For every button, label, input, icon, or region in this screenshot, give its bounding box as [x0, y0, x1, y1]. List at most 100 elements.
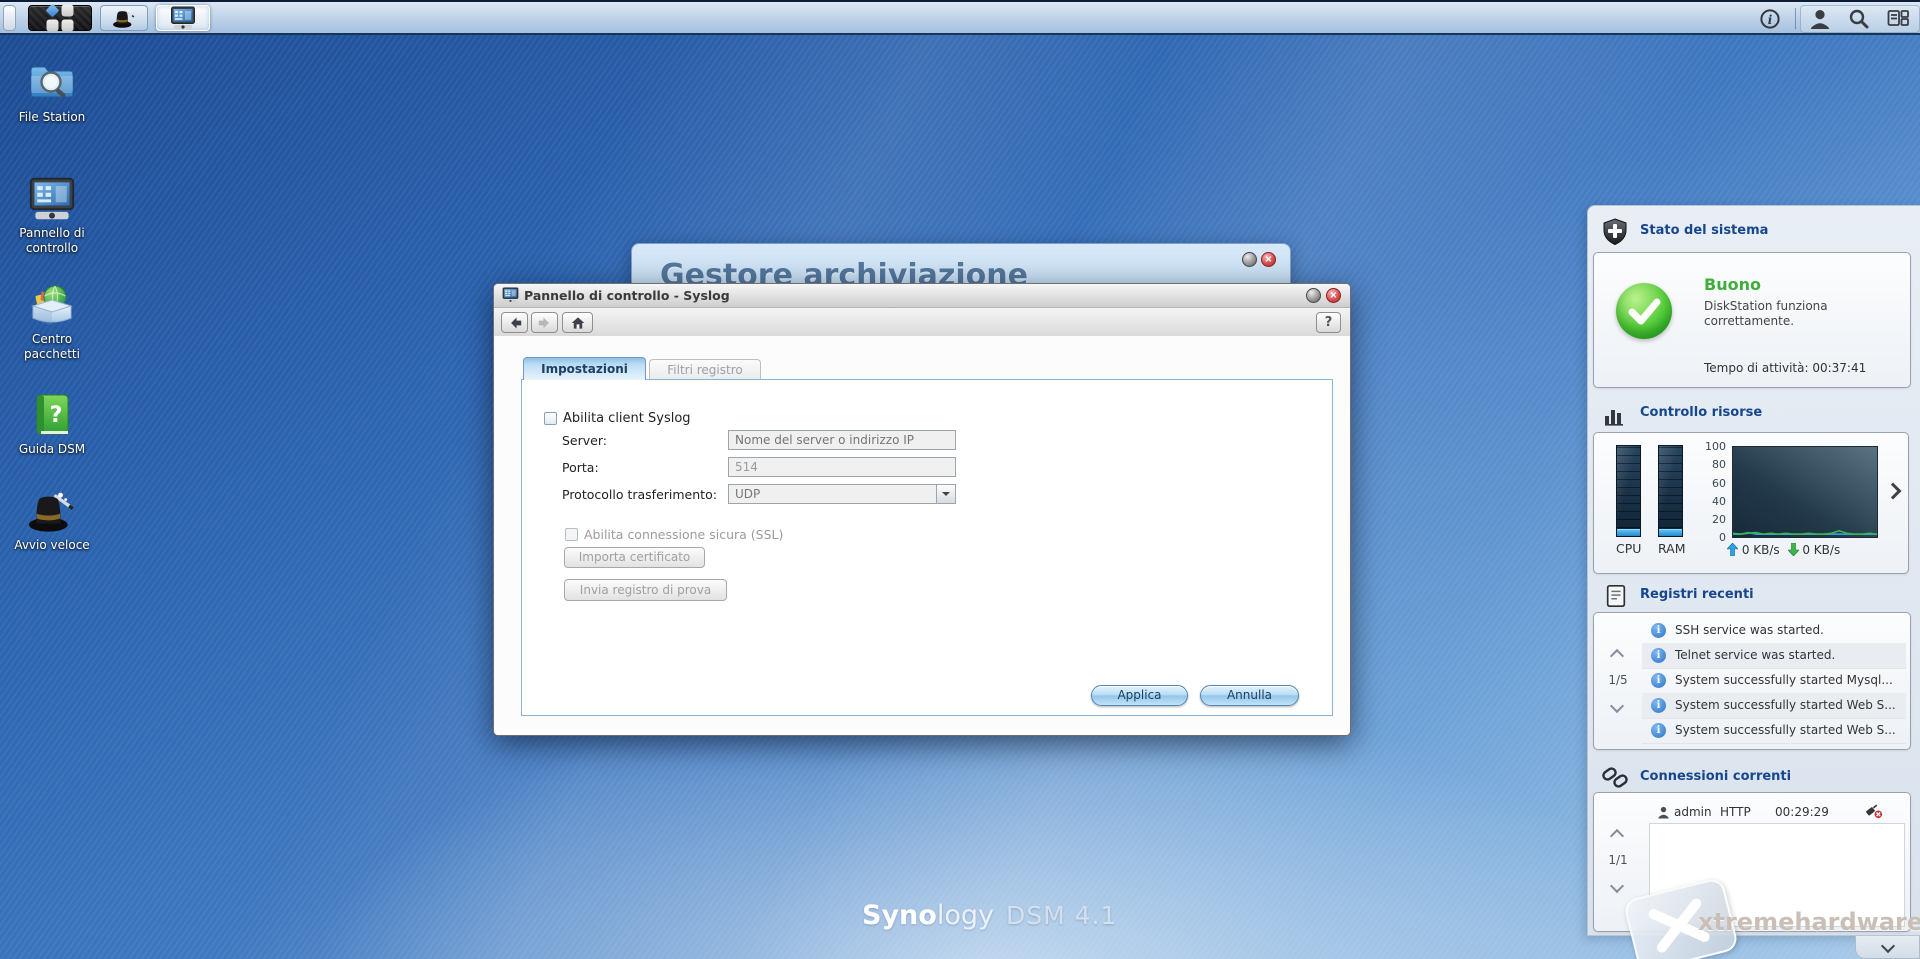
button-label: Importa certificato — [578, 550, 691, 564]
dialog-toolbar: ? — [494, 308, 1350, 337]
enable-syslog-label: Abilita client Syslog — [563, 411, 691, 426]
desktop: i File Station Pannello di controllo Cen… — [0, 0, 1920, 959]
connections-header: Connessioni correnti — [1588, 762, 1920, 794]
quick-launch-button[interactable] — [100, 5, 148, 31]
package-center-icon — [31, 285, 73, 325]
log-row: i System successfully started Mysql... — [1642, 668, 1906, 694]
dialog-titlebar[interactable]: Pannello di controllo - Syslog × — [494, 284, 1350, 308]
chevron-down-icon — [1880, 938, 1895, 954]
taskbar: i — [0, 0, 1920, 35]
svg-text:i: i — [1768, 13, 1773, 27]
user-icon[interactable] — [1808, 7, 1832, 31]
status-ok-icon — [1616, 283, 1672, 339]
cpu-gauge-fill — [1617, 528, 1640, 536]
magic-hat-icon — [28, 488, 76, 534]
magic-hat-icon — [113, 8, 136, 29]
ram-label: RAM — [1658, 541, 1686, 556]
desktop-icon-control-panel[interactable]: Pannello di controllo — [6, 176, 98, 256]
port-input[interactable] — [728, 457, 956, 477]
home-button[interactable] — [562, 312, 593, 333]
user-icon — [1658, 806, 1669, 819]
search-icon[interactable] — [1847, 7, 1871, 31]
desktop-icon-package-center[interactable]: Centro pacchetti — [6, 282, 98, 362]
control-panel-icon — [170, 6, 196, 30]
help-book-icon: ? — [36, 394, 69, 435]
widget-panel: Stato del sistema Buono DiskStation funz… — [1587, 205, 1920, 936]
tab-filtri-registro[interactable]: Filtri registro — [649, 359, 761, 380]
connection-protocol: HTTP — [1720, 805, 1751, 819]
info-icon: i — [1651, 723, 1666, 738]
desktop-icon-label: Avvio veloce — [14, 538, 90, 552]
ram-gauge-fill — [1659, 528, 1682, 536]
logs-pager: 1/5 — [1594, 613, 1642, 749]
desktop-icon-label: Centro pacchetti — [24, 332, 80, 361]
connection-time: 00:29:29 — [1775, 805, 1829, 819]
uptime-text: Tempo di attività: 00:37:41 — [1704, 361, 1867, 375]
dialog-title: Pannello di controllo - Syslog — [524, 288, 730, 303]
expand-chart-button[interactable] — [1884, 482, 1902, 500]
back-button[interactable] — [501, 312, 528, 333]
log-text: System successfully started Web S... — [1675, 723, 1896, 737]
desktop-icon-dsm-help[interactable]: ? Guida DSM — [6, 392, 98, 457]
recent-logs-header: Registri recenti — [1588, 580, 1920, 612]
help-button[interactable]: ? — [1316, 312, 1341, 333]
page-up-icon[interactable] — [1609, 828, 1625, 844]
tab-impostazioni[interactable]: Impostazioni — [523, 357, 646, 380]
dsm-branding: Synology DSM 4.1 — [862, 900, 1117, 931]
minimize-button[interactable] — [1242, 252, 1257, 267]
enable-syslog-checkbox[interactable] — [544, 412, 557, 425]
control-panel-icon — [28, 176, 76, 222]
ssl-checkbox[interactable] — [565, 528, 578, 541]
chevron-down-icon — [936, 485, 955, 503]
desktop-icon-label: Pannello di controllo — [19, 226, 85, 255]
show-desktop-button[interactable] — [3, 5, 16, 31]
cancel-button[interactable]: Annulla — [1200, 685, 1299, 706]
log-text: System successfully started Mysql... — [1675, 673, 1893, 687]
send-test-log-button[interactable]: Invia registro di prova — [564, 579, 727, 601]
close-icon[interactable]: × — [1261, 252, 1276, 267]
main-menu-button[interactable] — [28, 3, 92, 33]
resource-monitor-header: Controllo risorse — [1588, 398, 1920, 430]
system-status-header: Stato del sistema — [1588, 216, 1920, 248]
minimize-button[interactable] — [1306, 288, 1321, 303]
desktop-icon-label: File Station — [18, 110, 86, 124]
network-rates: 0 KB/s 0 KB/s — [1726, 542, 1840, 557]
widget-title: Registri recenti — [1640, 587, 1754, 602]
forward-arrow-icon — [538, 317, 549, 328]
info-icon: i — [1651, 648, 1666, 663]
widget-title: Stato del sistema — [1640, 223, 1769, 238]
recent-logs-card: 1/5 i SSH service was started. i Telnet … — [1593, 612, 1911, 750]
control-panel-task-button[interactable] — [156, 5, 210, 31]
status-description: DiskStation funziona correttamente. — [1704, 299, 1828, 328]
port-label: Porta: — [562, 460, 599, 475]
protocol-value: UDP — [735, 487, 761, 501]
server-input[interactable] — [728, 430, 956, 450]
page-down-icon[interactable] — [1609, 878, 1625, 894]
import-certificate-button[interactable]: Importa certificato — [564, 547, 705, 568]
widget-panel-collapse-button[interactable] — [1855, 936, 1920, 959]
forward-button[interactable] — [531, 312, 558, 333]
log-row: i SSH service was started. — [1642, 618, 1906, 644]
syslog-dialog: Pannello di controllo - Syslog × ? Impos… — [493, 283, 1351, 736]
cpu-label: CPU — [1616, 541, 1642, 556]
apply-button[interactable]: Applica — [1091, 685, 1188, 706]
desktop-icon-quick-start[interactable]: Avvio veloce — [6, 488, 98, 553]
disconnect-icon[interactable] — [1866, 804, 1883, 819]
main-menu-icon — [45, 3, 75, 33]
page-down-icon[interactable] — [1609, 698, 1625, 714]
home-icon — [571, 316, 584, 329]
upload-rate: 0 KB/s — [1741, 543, 1780, 557]
button-label: Applica — [1117, 688, 1162, 702]
tab-label: Filtri registro — [667, 363, 743, 377]
protocol-select[interactable]: UDP — [728, 484, 956, 504]
close-icon[interactable]: × — [1326, 288, 1341, 303]
connections-card: 1/1 admin HTTP 00:29:29 — [1593, 792, 1911, 932]
pilot-view-icon[interactable] — [1886, 7, 1910, 31]
desktop-icon-file-station[interactable]: File Station — [6, 60, 98, 125]
widget-title: Controllo risorse — [1640, 405, 1763, 420]
page-up-icon[interactable] — [1609, 648, 1625, 664]
info-icon[interactable]: i — [1758, 7, 1782, 31]
y-tick: 20 — [1712, 513, 1726, 526]
protocol-label: Protocollo trasferimento: — [562, 487, 717, 502]
connection-user: admin — [1674, 805, 1712, 819]
